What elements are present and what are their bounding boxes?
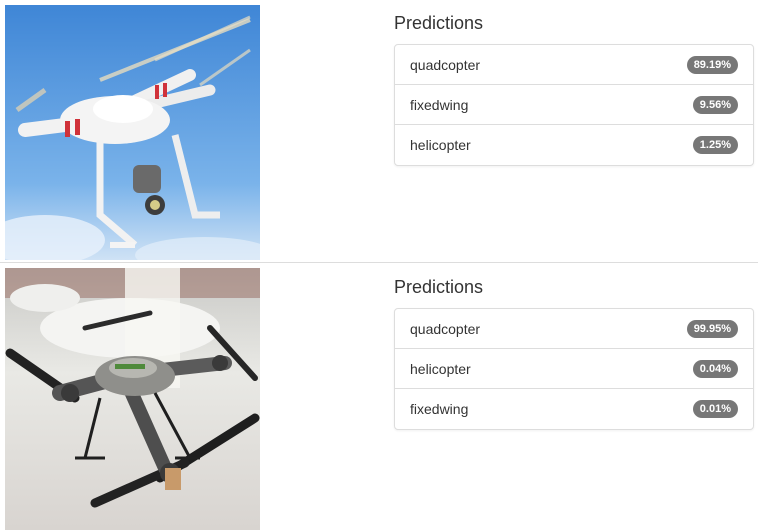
list-item: fixedwing 9.56% <box>395 85 753 125</box>
confidence-badge: 99.95% <box>686 320 738 338</box>
drone-image-2 <box>5 268 260 530</box>
prediction-label: fixedwing <box>410 401 469 417</box>
predictions-heading: Predictions <box>394 13 484 33</box>
confidence-badge: 0.01% <box>692 400 738 418</box>
confidence-badge: 0.04% <box>692 360 738 378</box>
prediction-label: quadcopter <box>410 57 481 73</box>
list-item: helicopter 0.04% <box>395 349 753 389</box>
prediction-label: quadcopter <box>410 321 481 337</box>
drone-image-1 <box>5 5 260 260</box>
predictions-list: quadcopter 99.95% helicopter 0.04% fixed… <box>394 308 754 430</box>
confidence-badge: 89.19% <box>686 56 738 74</box>
prediction-result-2: Predictions quadcopter 99.95% helicopter… <box>0 262 758 530</box>
confidence-badge: 1.25% <box>692 136 738 154</box>
prediction-label: fixedwing <box>410 97 469 113</box>
prediction-label: helicopter <box>410 137 471 153</box>
list-item: helicopter 1.25% <box>395 125 753 165</box>
list-item: quadcopter 99.95% <box>395 309 753 349</box>
predictions-heading: Predictions <box>394 277 484 297</box>
list-item: quadcopter 89.19% <box>395 45 753 85</box>
list-item: fixedwing 0.01% <box>395 389 753 429</box>
confidence-badge: 9.56% <box>692 96 738 114</box>
predictions-list: quadcopter 89.19% fixedwing 9.56% helico… <box>394 44 754 166</box>
prediction-label: helicopter <box>410 361 471 377</box>
prediction-result-1: Predictions quadcopter 89.19% fixedwing … <box>0 0 758 262</box>
